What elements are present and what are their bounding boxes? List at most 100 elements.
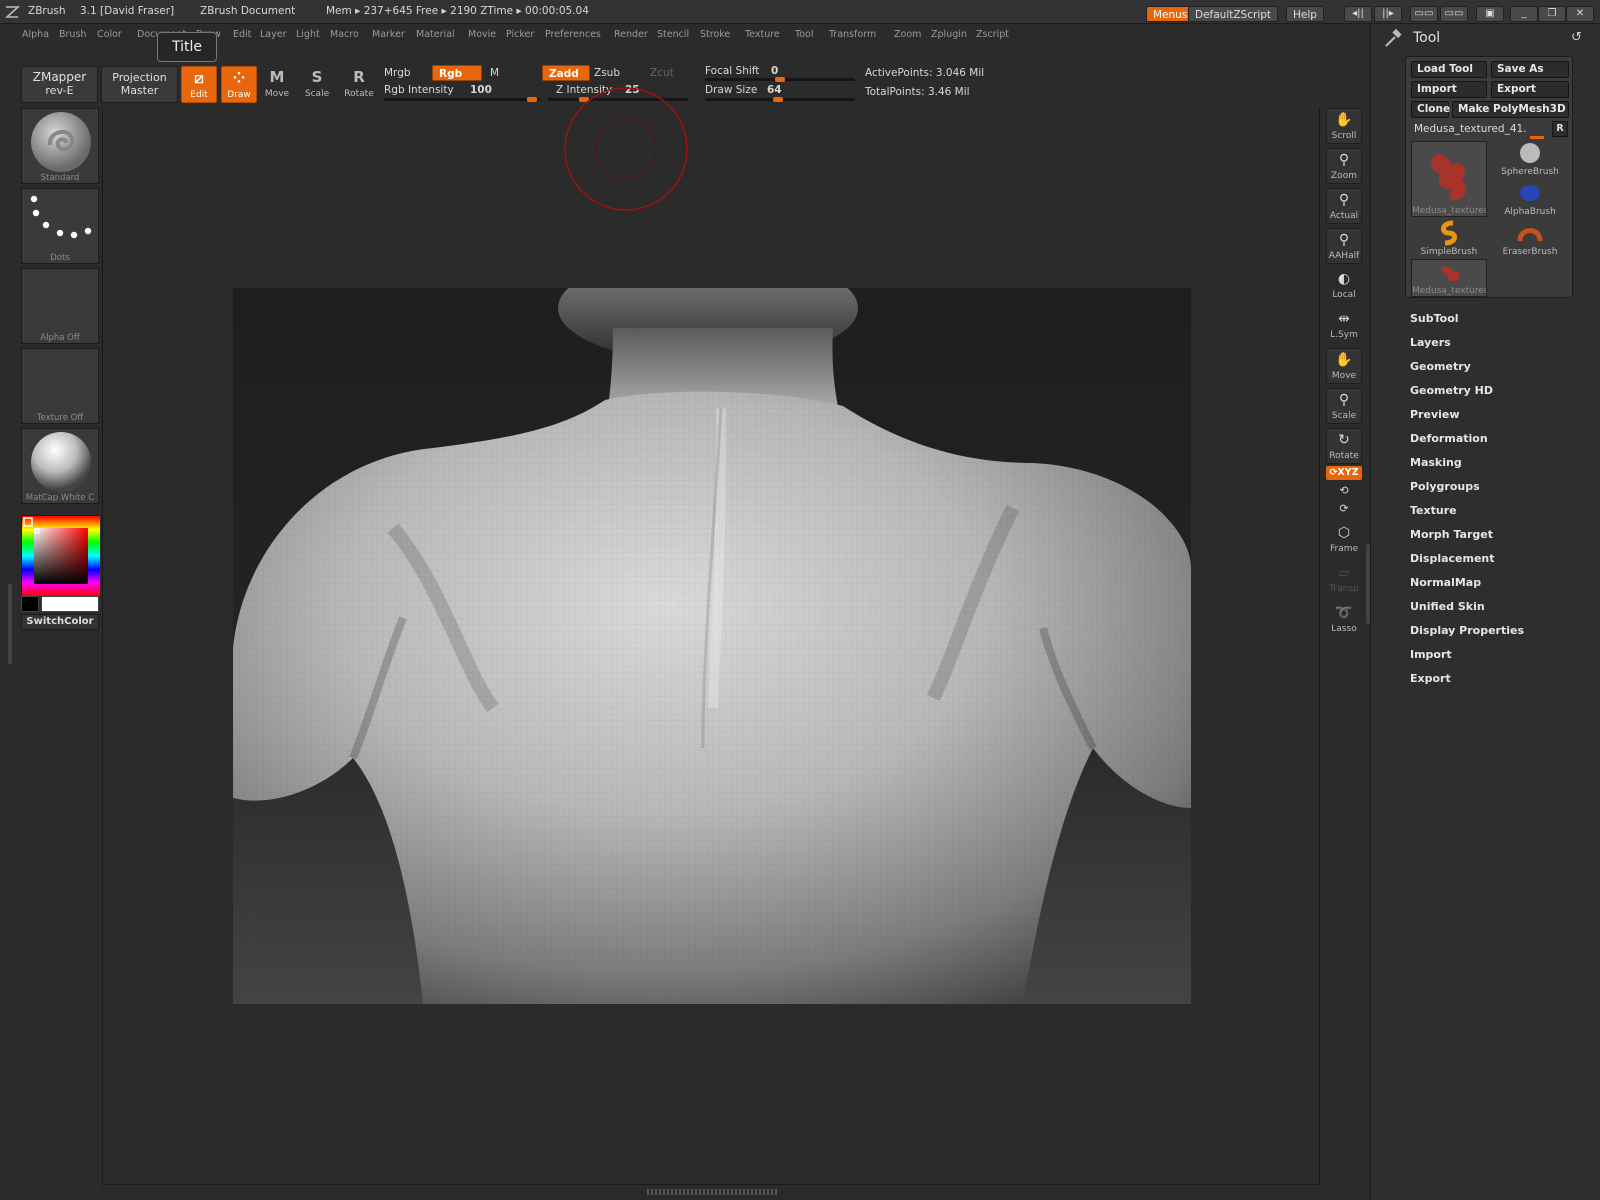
tool-palette-title[interactable]: Tool <box>1413 30 1440 46</box>
left-tray-grip[interactable] <box>8 584 12 664</box>
menu-stroke[interactable]: Stroke <box>700 29 730 40</box>
tool-thumb-simplebrush[interactable]: SimpleBrush <box>1411 219 1487 257</box>
subpalette-export[interactable]: Export <box>1410 672 1451 685</box>
load-tool-button[interactable]: Load Tool <box>1411 61 1487 78</box>
scale-button[interactable]: S Scale <box>299 66 335 103</box>
menu-zscript[interactable]: Zscript <box>976 29 1009 40</box>
draw-button[interactable]: ⁘ Draw <box>221 66 257 103</box>
menu-marker[interactable]: Marker <box>372 29 405 40</box>
refresh-icon[interactable]: ↺ <box>1571 30 1582 45</box>
subpalette-import[interactable]: Import <box>1410 648 1452 661</box>
stroke-selector[interactable]: Dots <box>21 188 99 264</box>
move-button[interactable]: M Move <box>259 66 295 103</box>
frame-button[interactable]: ⬡ Frame <box>1326 522 1362 558</box>
zoom-button[interactable]: ⚲ Zoom <box>1326 148 1362 184</box>
bottom-tray-grip[interactable] <box>647 1189 777 1195</box>
mrgb-button[interactable]: Mrgb <box>384 67 411 79</box>
menu-zoom[interactable]: Zoom <box>894 29 921 40</box>
rotate-y-button[interactable]: ⟲ <box>1326 482 1362 500</box>
tool-thumb-spherebrush[interactable]: SphereBrush <box>1492 139 1568 177</box>
menu-material[interactable]: Material <box>416 29 455 40</box>
move-view-button[interactable]: ✋ Move <box>1326 348 1362 384</box>
menu-brush[interactable]: Brush <box>59 29 86 40</box>
menu-alpha[interactable]: Alpha <box>22 29 49 40</box>
lasso-button[interactable]: ➰ Lasso <box>1326 602 1362 638</box>
r-button[interactable]: R <box>1552 121 1568 137</box>
menu-macro[interactable]: Macro <box>330 29 359 40</box>
color-picker[interactable] <box>21 515 100 596</box>
zsub-button[interactable]: Zsub <box>594 67 620 79</box>
layout-next-icon[interactable]: ||▸ <box>1374 6 1402 22</box>
zadd-button[interactable]: Zadd <box>542 65 590 81</box>
minimize-icon[interactable]: _ <box>1510 6 1538 22</box>
subpalette-deformation[interactable]: Deformation <box>1410 432 1488 445</box>
xyz-rotation-button[interactable]: ⟳XYZ <box>1326 466 1362 480</box>
menu-color[interactable]: Color <box>97 29 122 40</box>
m-button[interactable]: M <box>490 67 499 79</box>
subpalette-masking[interactable]: Masking <box>1410 456 1462 469</box>
actual-button[interactable]: ⚲ Actual <box>1326 188 1362 224</box>
subpalette-geometry-hd[interactable]: Geometry HD <box>1410 384 1493 397</box>
alpha-selector[interactable]: Alpha Off <box>21 268 99 344</box>
rotate-view-button[interactable]: ↻ Rotate <box>1326 428 1362 464</box>
menu-movie[interactable]: Movie <box>468 29 496 40</box>
subpalette-unified-skin[interactable]: Unified Skin <box>1410 600 1485 613</box>
tool-thumb-alphabrush[interactable]: AlphaBrush <box>1492 179 1568 217</box>
menu-edit[interactable]: Edit <box>233 29 251 40</box>
menu-texture[interactable]: Texture <box>745 29 780 40</box>
rgb-intensity-knob[interactable] <box>527 97 537 102</box>
local-button[interactable]: ◐ Local <box>1326 268 1362 304</box>
menu-light[interactable]: Light <box>296 29 320 40</box>
aahalf-button[interactable]: ⚲ AAHalf <box>1326 228 1362 264</box>
lock-icon[interactable]: ▣ <box>1476 6 1504 22</box>
material-selector[interactable]: MatCap White C <box>21 428 99 504</box>
default-zscript-button[interactable]: DefaultZScript <box>1188 6 1279 22</box>
rgb-button[interactable]: Rgb <box>432 65 482 81</box>
transp-button[interactable]: ▱ Transp <box>1326 562 1362 598</box>
edit-button[interactable]: ⧄ Edit <box>181 66 217 103</box>
zmapper-button[interactable]: ZMapper rev-E <box>21 66 98 103</box>
rgb-intensity-slider[interactable] <box>384 98 540 101</box>
menu-picker[interactable]: Picker <box>506 29 534 40</box>
focal-shift-knob[interactable] <box>775 77 785 82</box>
secondary-color-swatch[interactable] <box>21 596 39 612</box>
restore-icon[interactable]: ❐ <box>1538 6 1566 22</box>
brush-selector[interactable]: Standard <box>21 108 99 184</box>
tool-thumb-medusa-2[interactable]: Medusa_textured <box>1411 259 1487 297</box>
texture-selector[interactable]: Texture Off <box>21 348 99 424</box>
projection-master-button[interactable]: Projection Master <box>101 66 178 103</box>
lsym-button[interactable]: ⇹ L.Sym <box>1326 308 1362 344</box>
primary-color-swatch[interactable] <box>41 596 99 612</box>
help-button[interactable]: Help <box>1286 6 1324 22</box>
subpalette-display-properties[interactable]: Display Properties <box>1410 624 1524 637</box>
menu-stencil[interactable]: Stencil <box>657 29 689 40</box>
menu-tool[interactable]: Tool <box>795 29 813 40</box>
menu-preferences[interactable]: Preferences <box>545 29 601 40</box>
subpalette-layers[interactable]: Layers <box>1410 336 1451 349</box>
menu-zplugin[interactable]: Zplugin <box>931 29 967 40</box>
document-canvas[interactable] <box>102 87 1320 1184</box>
export-button[interactable]: Export <box>1491 81 1569 98</box>
tool-thumb-medusa[interactable]: Medusa_textured <box>1411 141 1487 217</box>
subpalette-normalmap[interactable]: NormalMap <box>1410 576 1481 589</box>
menu-layer[interactable]: Layer <box>260 29 287 40</box>
current-tool-name[interactable]: Medusa_textured_41. <box>1412 121 1552 137</box>
layout-prev-icon[interactable]: ◂|| <box>1344 6 1372 22</box>
scale-view-button[interactable]: ⚲ Scale <box>1326 388 1362 424</box>
subpalette-polygroups[interactable]: Polygroups <box>1410 480 1480 493</box>
switch-color-button[interactable]: SwitchColor <box>21 614 99 630</box>
document-viewport[interactable] <box>233 288 1191 1004</box>
rotate-button[interactable]: R Rotate <box>341 66 377 103</box>
draw-size-knob[interactable] <box>773 97 783 102</box>
subpalette-texture[interactable]: Texture <box>1410 504 1457 517</box>
menu-transform[interactable]: Transform <box>829 29 876 40</box>
scroll-button[interactable]: ✋ Scroll <box>1326 108 1362 144</box>
layout-2-icon[interactable]: ▭▭ <box>1440 6 1468 22</box>
layout-1-icon[interactable]: ▭▭ <box>1410 6 1438 22</box>
save-as-button[interactable]: Save As <box>1491 61 1569 78</box>
make-polymesh-button[interactable]: Make PolyMesh3D <box>1452 101 1569 118</box>
rotate-z-button[interactable]: ⟳ <box>1326 500 1362 518</box>
zcut-button[interactable]: Zcut <box>650 67 674 79</box>
subpalette-geometry[interactable]: Geometry <box>1410 360 1471 373</box>
subpalette-displacement[interactable]: Displacement <box>1410 552 1495 565</box>
